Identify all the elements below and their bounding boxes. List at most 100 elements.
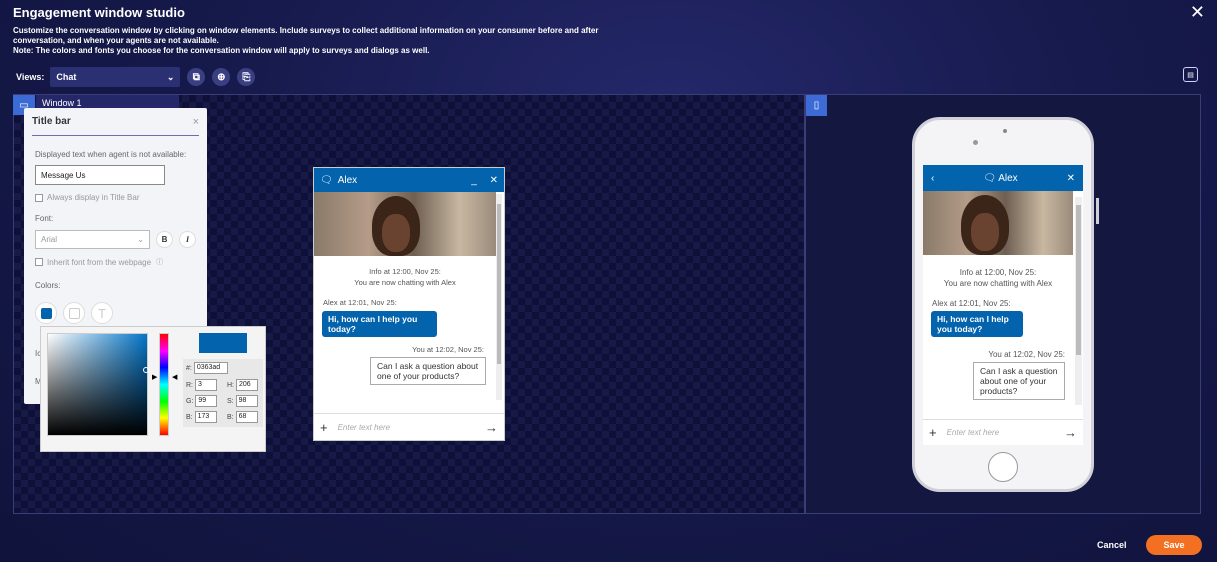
mobile-you-message: Can I ask a question about one of your p… [973,362,1065,400]
h-label: H: [227,381,234,389]
you-timestamp: You at 12:02, Nov 25: [412,345,484,354]
views-toolbar: Views: Chat ⌄ ⧉ ⊕ ⎘ [16,67,256,87]
send-arrow-icon[interactable]: → [1064,425,1077,440]
s-input[interactable]: 98 [235,395,258,407]
chat-scrollbar[interactable] [496,194,502,400]
mobile-chat-title-bar[interactable]: ‹ 🗨 Alex ✕ [923,165,1083,191]
preview-icon[interactable]: ▤ [1183,67,1198,82]
font-row: Arial ⌄ B I [35,230,207,249]
mobile-info-line-1: Info at 12:00, Nov 25: [959,268,1037,277]
save-button[interactable]: Save [1146,535,1202,555]
h-input[interactable]: 206 [236,379,258,391]
info-line-1: Info at 12:00, Nov 25: [369,267,441,276]
r-input[interactable]: 3 [195,379,217,391]
mobile-agent-name: Alex [998,172,1018,184]
mobile-chat-window[interactable]: ‹ 🗨 Alex ✕ Info at 12:00, Nov 25: You ar… [923,165,1083,445]
chat-bubble-icon: 🗨 [320,174,333,186]
italic-button[interactable]: I [179,231,196,248]
chevron-down-icon: ⌄ [137,235,144,244]
selected-color-swatch [199,333,247,353]
mobile-scrollbar[interactable] [1075,197,1082,405]
chat-title-bar[interactable]: 🗨 Alex _ ✕ [314,168,504,192]
agent-face [971,213,999,251]
brightness-label: B: [227,413,234,421]
minimize-icon[interactable]: _ [471,175,477,186]
always-display-label: Always display in Title Bar [47,193,140,202]
header: Engagement window studio Customize the c… [13,5,713,56]
add-icon[interactable]: ⊕ [212,68,231,86]
text-color-button[interactable]: T [91,302,113,324]
views-select[interactable]: Chat ⌄ [50,67,181,87]
cancel-button[interactable]: Cancel [1097,540,1127,550]
hue-arrow-right: ◀ [172,374,178,381]
page-description: Customize the conversation window by cli… [13,26,603,56]
close-icon[interactable]: ✕ [1190,2,1205,23]
panel-close-icon[interactable]: × [193,116,199,128]
chevron-down-icon: ⌄ [166,71,175,82]
bold-button[interactable]: B [156,231,173,248]
chat-input[interactable]: Enter text here [338,423,485,432]
always-display-checkbox[interactable]: Always display in Title Bar [35,193,207,202]
checkbox-box[interactable] [35,258,43,266]
back-chevron-icon[interactable]: ‹ [931,173,934,184]
phone-home-button [988,452,1018,482]
chat-input-bar: + Enter text here → [314,413,504,440]
mobile-agent-message: Hi, how can I help you today? [931,311,1023,337]
hex-label: #: [186,364,192,372]
agent-timestamp: Alex at 12:01, Nov 25: [323,298,397,307]
info-icon[interactable]: ⓘ [156,257,163,267]
h-row: H: 206 [227,379,258,391]
mobile-icon[interactable]: ▯ [806,95,827,116]
border-swatch [68,307,80,319]
background-color-button[interactable] [35,302,57,324]
hex-input[interactable]: 0363ad [193,362,228,374]
border-color-button[interactable] [63,302,85,324]
hue-arrow-left: ▶ [152,374,158,381]
close-icon[interactable]: ✕ [490,175,498,186]
panel-title: Title bar [32,116,71,127]
agent-unavailable-label: Displayed text when agent is not availab… [35,150,187,159]
duplicate-icon[interactable]: ⎘ [237,68,256,86]
brightness-input[interactable]: 68 [235,411,258,423]
inherit-font-label: Inherit font from the webpage [47,257,152,267]
phone-speaker [973,140,978,145]
mobile-messages: Info at 12:00, Nov 25: You are now chatt… [923,267,1073,417]
g-input[interactable]: 99 [195,395,218,407]
g-row: G: 99 [186,395,218,407]
mobile-you-timestamp: You at 12:02, Nov 25: [988,350,1065,359]
info-line-2: You are now chatting with Alex [354,278,456,287]
font-select-value: Arial [41,235,58,244]
b-input[interactable]: 173 [194,411,217,423]
mobile-info-line-2: You are now chatting with Alex [943,279,1053,288]
page-title: Engagement window studio [13,5,185,20]
window-tab[interactable]: Window 1 [36,95,179,109]
colors-label: Colors: [35,281,61,290]
hue-slider[interactable] [159,333,169,436]
phone-side-button [1096,198,1099,224]
mobile-chat-input[interactable]: Enter text here [947,428,1064,437]
inherit-font-checkbox[interactable]: Inherit font from the webpage ⓘ [35,257,207,267]
mobile-agent-timestamp: Alex at 12:01, Nov 25: [932,299,1011,308]
plus-icon[interactable]: + [929,425,937,440]
copy-icon[interactable]: ⧉ [187,68,206,86]
hex-row: #: 0363ad [186,362,228,374]
agent-photo [314,192,496,256]
plus-icon[interactable]: + [320,420,328,435]
s-row: S: 98 [227,395,258,407]
close-icon[interactable]: ✕ [1067,173,1075,184]
panel-header: Title bar × [32,108,199,136]
description-line-2: Note: The colors and fonts you choose fo… [13,46,430,55]
font-select[interactable]: Arial ⌄ [35,230,150,249]
checkbox-box[interactable] [35,193,43,202]
color-values: #: 0363ad R: 3 H: 206 G: 99 S: 98 B: 173… [183,359,263,427]
b-label: B: [186,413,193,421]
send-arrow-icon[interactable]: → [485,420,498,435]
mobile-agent-photo [923,191,1073,255]
colors-row: T [35,302,207,324]
g-label: G: [186,397,194,405]
agent-unavailable-input[interactable]: Message Us [35,165,165,185]
saturation-value-area[interactable] [47,333,149,436]
views-label: Views: [16,72,45,82]
desktop-chat-window[interactable]: 🗨 Alex _ ✕ Info at 12:00, Nov 25: You ar… [313,167,505,441]
sv-handle[interactable] [143,367,149,373]
